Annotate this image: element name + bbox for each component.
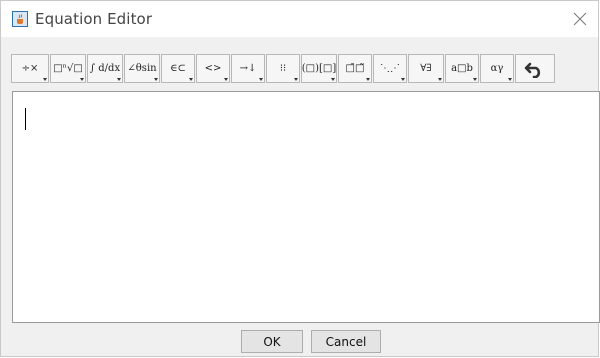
functions-label: ∠θsin — [127, 63, 157, 74]
arrows-label: →↓ — [239, 63, 257, 74]
logic-label: ∀∃ — [420, 63, 432, 74]
java-cup-icon — [12, 11, 28, 27]
toolbar: ÷× □ⁿ√□ ∫ d/dx ∠θsin ∈⊂ <> →↓ ⁝⁝ (□)[□] … — [1, 37, 598, 91]
text-caret — [25, 108, 26, 130]
matrix-label: ⁝⁝ — [279, 63, 287, 74]
logic-button[interactable]: ∀∃ — [408, 54, 444, 83]
greek-letters-button[interactable]: αγ — [480, 54, 514, 83]
equation-input-area[interactable] — [12, 91, 600, 323]
title-bar: Equation Editor — [1, 1, 598, 37]
relations-label: <> — [204, 63, 222, 74]
window-title: Equation Editor — [35, 10, 153, 28]
roots-button[interactable]: □ⁿ√□ — [50, 54, 86, 83]
accents-label: □̄□̃ — [345, 63, 365, 74]
relations-button[interactable]: <> — [196, 54, 230, 83]
calculus-label: ∫ d/dx — [89, 63, 121, 74]
accents-button[interactable]: □̄□̃ — [338, 54, 372, 83]
arithmetic-operators-label: ÷× — [21, 63, 39, 74]
spacing-label: a□b — [451, 63, 473, 74]
arithmetic-operators-button[interactable]: ÷× — [11, 54, 49, 83]
calculus-button[interactable]: ∫ d/dx — [87, 54, 123, 83]
greek-letters-label: αγ — [490, 63, 504, 74]
set-operators-button[interactable]: ∈⊂ — [161, 54, 195, 83]
matrix-button[interactable]: ⁝⁝ — [266, 54, 300, 83]
cancel-button[interactable]: Cancel — [311, 330, 381, 353]
roots-label: □ⁿ√□ — [53, 63, 83, 74]
undo-button[interactable] — [515, 54, 555, 83]
close-button[interactable] — [568, 7, 592, 31]
spacing-button[interactable]: a□b — [445, 54, 479, 83]
dots-label: ⋱⋰ — [380, 63, 400, 74]
set-operators-label: ∈⊂ — [170, 63, 186, 74]
brackets-label: (□)[□] — [301, 63, 337, 74]
undo-icon — [524, 62, 541, 78]
arrows-button[interactable]: →↓ — [231, 54, 265, 83]
brackets-button[interactable]: (□)[□] — [301, 54, 337, 83]
functions-button[interactable]: ∠θsin — [124, 54, 160, 83]
equation-editor-window: Equation Editor ÷× □ⁿ√□ ∫ d/dx ∠θsin ∈⊂ … — [0, 0, 600, 357]
ok-button[interactable]: OK — [241, 330, 303, 353]
close-icon — [573, 12, 587, 26]
dots-button[interactable]: ⋱⋰ — [373, 54, 407, 83]
